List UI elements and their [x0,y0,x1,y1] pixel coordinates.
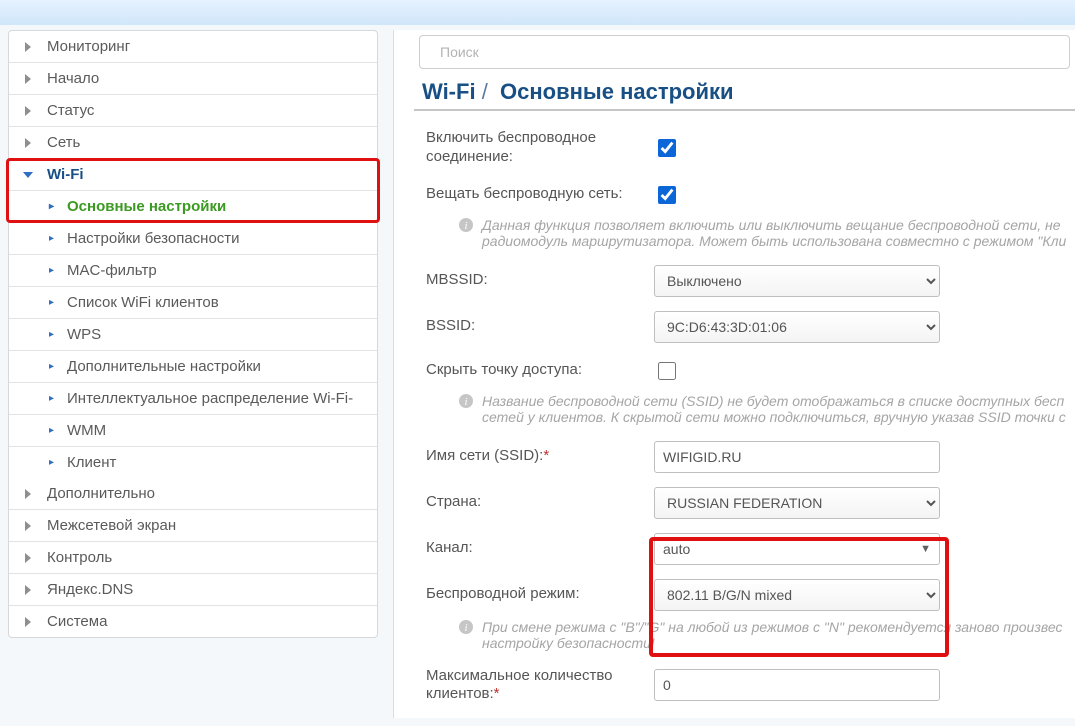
sidebar-item-start[interactable]: Начало [9,63,377,95]
sidebar-item-label: WMM [67,422,106,439]
svg-text:i: i [464,622,467,634]
label-wireless-mode: Беспроводной режим: [426,585,654,604]
sidebar-item-label: Список WiFi клиентов [67,294,219,311]
sidebar-item-label: MAC-фильтр [67,262,157,279]
label-mbssid: MBSSID: [426,271,654,290]
sidebar-item-wifi-clients[interactable]: ▸ Список WiFi клиентов [9,287,377,319]
sidebar-item-label: Интеллектуальное распределение Wi-Fi- [67,390,353,407]
sidebar-item-label: Статус [47,102,94,119]
hint-broadcast: Данная функция позволяет включить или вы… [482,217,1075,249]
sidebar-item-yandexdns[interactable]: Яндекс.DNS [9,574,377,606]
label-max-clients: Максимальное количество клиентов:* [426,667,654,705]
sidebar-item-control[interactable]: Контроль [9,542,377,574]
bullet-icon: ▸ [49,457,57,468]
bullet-icon: ▸ [49,393,57,404]
sidebar-item-wifi-advanced[interactable]: ▸ Дополнительные настройки [9,351,377,383]
search-input[interactable] [432,44,1057,60]
sidebar-item-wifi-client[interactable]: ▸ Клиент [9,447,377,478]
sidebar-item-label: Мониторинг [47,38,130,55]
sidebar-item-label: Дополнительные настройки [67,358,261,375]
checkbox-hide-ap[interactable] [658,362,676,380]
label-country: Страна: [426,493,654,512]
bullet-icon: ▸ [49,201,57,212]
main-panel: Wi-Fi / Основные настройки Включить бесп… [393,30,1075,718]
select-mbssid[interactable]: Выключено [654,265,940,297]
chevron-right-icon [23,553,37,563]
bullet-icon: ▸ [49,265,57,276]
sidebar-item-label: Начало [47,70,99,87]
sidebar-item-additional[interactable]: Дополнительно [9,478,377,510]
sidebar-item-wifi[interactable]: Wi-Fi [9,159,377,191]
input-ssid[interactable] [654,441,940,473]
input-max-clients[interactable] [654,669,940,701]
label-channel: Канал: [426,539,654,558]
bullet-icon: ▸ [49,425,57,436]
label-broadcast: Вещать беспроводную сеть: [426,185,654,204]
sidebar-item-wifi-wps[interactable]: ▸ WPS [9,319,377,351]
chevron-right-icon [23,42,37,52]
sidebar-item-wifi-smart[interactable]: ▸ Интеллектуальное распределение Wi-Fi- [9,383,377,415]
sidebar-item-label: WPS [67,326,101,343]
search-bar [419,35,1070,69]
chevron-right-icon [23,521,37,531]
bullet-icon: ▸ [49,297,57,308]
info-icon: i [458,619,474,651]
sidebar-item-network[interactable]: Сеть [9,127,377,159]
chevron-right-icon [23,74,37,84]
select-country[interactable]: RUSSIAN FEDERATION [654,487,940,519]
svg-text:i: i [464,396,467,408]
sidebar-item-label: Яндекс.DNS [47,581,133,598]
sidebar-item-wifi-security[interactable]: ▸ Настройки безопасности [9,223,377,255]
chevron-down-icon [23,170,37,180]
svg-text:i: i [464,220,467,232]
checkbox-enable-wireless[interactable] [658,139,676,157]
chevron-right-icon [23,489,37,499]
sidebar-item-wifi-basic[interactable]: ▸ Основные настройки [9,191,377,223]
select-wireless-mode[interactable]: 802.11 B/G/N mixed [654,579,940,611]
sidebar-item-status[interactable]: Статус [9,95,377,127]
chevron-right-icon [23,106,37,116]
hint-wireless-mode: При смене режима с "B"/"G" на любой из р… [482,619,1075,651]
chevron-right-icon [23,585,37,595]
sidebar-item-label: Wi-Fi [47,166,84,183]
sidebar-item-monitoring[interactable]: Мониторинг [9,31,377,63]
sidebar-item-label: Клиент [67,454,116,471]
info-icon: i [458,217,474,249]
sidebar-item-wifi-wmm[interactable]: ▸ WMM [9,415,377,447]
sidebar-item-label: Система [47,613,107,630]
sidebar-item-system[interactable]: Система [9,606,377,637]
hint-hide-ap: Название беспроводной сети (SSID) не буд… [482,393,1075,425]
label-hide-ap: Скрыть точку доступа: [426,361,654,380]
sidebar-item-firewall[interactable]: Межсетевой экран [9,510,377,542]
select-bssid[interactable]: 9C:D6:43:3D:01:06 [654,311,940,343]
page-title: Wi-Fi / Основные настройки [422,79,1075,105]
sidebar-item-label: Сеть [47,134,80,151]
bullet-icon: ▸ [49,361,57,372]
sidebar-item-label: Межсетевой экран [47,517,176,534]
chevron-right-icon [23,138,37,148]
sidebar-item-wifi-macfilter[interactable]: ▸ MAC-фильтр [9,255,377,287]
sidebar: Мониторинг Начало Статус Сеть Wi-Fi [8,30,378,718]
checkbox-broadcast[interactable] [658,186,676,204]
bullet-icon: ▸ [49,233,57,244]
label-ssid: Имя сети (SSID):* [426,447,654,466]
sidebar-item-label: Основные настройки [67,198,226,215]
chevron-right-icon [23,617,37,627]
sidebar-item-label: Контроль [47,549,112,566]
sidebar-item-label: Дополнительно [47,485,155,502]
dropdown-icon: ▼ [920,543,931,555]
select-channel[interactable]: auto▼ [654,533,940,565]
bullet-icon: ▸ [49,329,57,340]
label-enable-wireless: Включить беспроводное соединение: [426,129,654,167]
info-icon: i [458,393,474,425]
label-bssid: BSSID: [426,317,654,336]
sidebar-item-label: Настройки безопасности [67,230,240,247]
